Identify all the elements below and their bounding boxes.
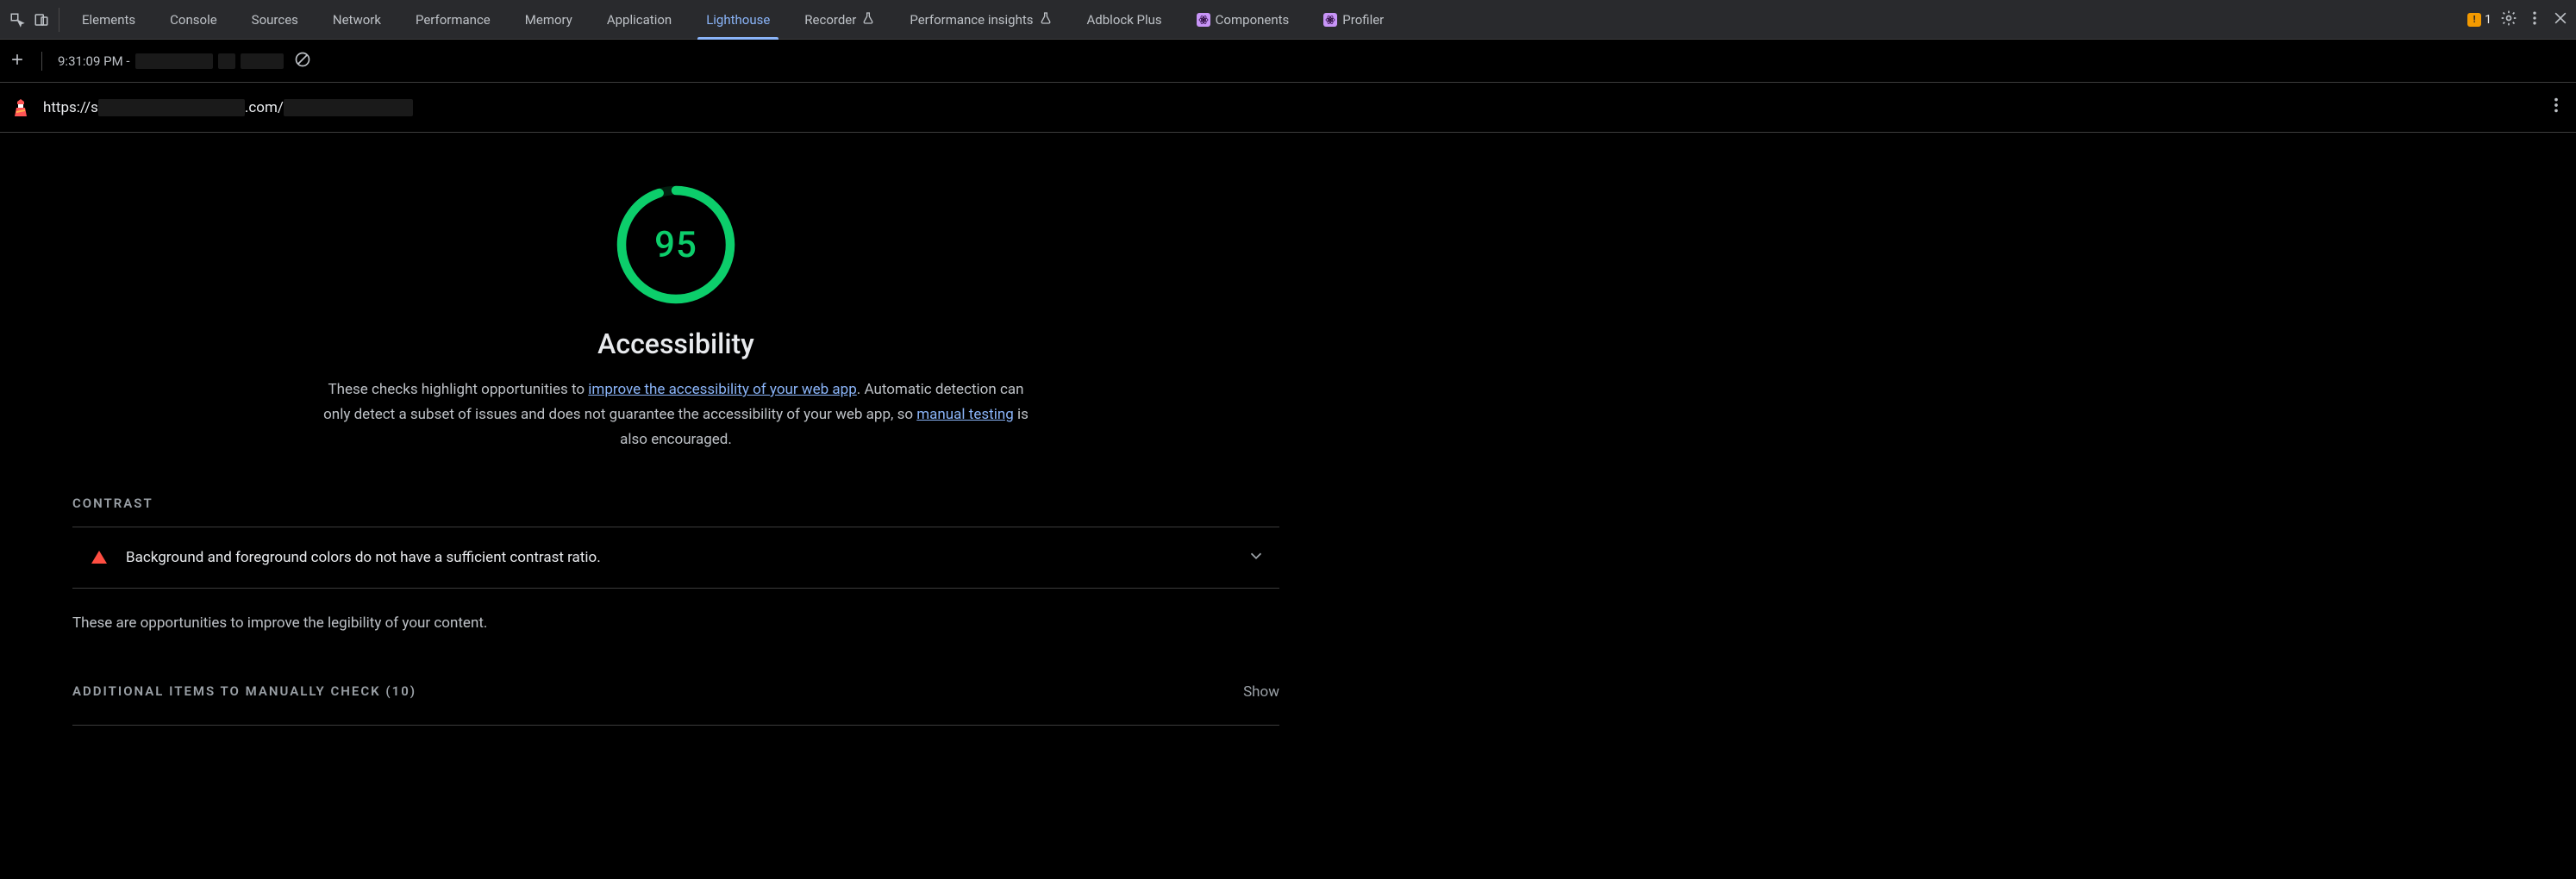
lighthouse-toolbar: 9:31:09 PM - [0, 40, 2576, 83]
category-description: These checks highlight opportunities to … [322, 377, 1029, 452]
show-button[interactable]: Show [1243, 683, 1279, 701]
section-note: These are opportunities to improve the l… [72, 589, 1279, 632]
flask-icon [1039, 11, 1053, 28]
tab-profiler[interactable]: Profiler [1306, 0, 1401, 40]
section-title: ADDITIONAL ITEMS TO MANUALLY CHECK (10) [72, 683, 416, 701]
tab-profiler-label: Profiler [1342, 12, 1384, 28]
warning-icon: ! [2467, 13, 2481, 27]
report-timestamp[interactable]: 9:31:09 PM - [58, 53, 284, 69]
desc-text: These checks highlight opportunities to [328, 381, 589, 398]
tab-performance-insights[interactable]: Performance insights [892, 0, 1069, 40]
kebab-menu-icon[interactable] [2526, 9, 2543, 30]
redacted-text [284, 99, 413, 116]
tab-performance[interactable]: Performance [398, 0, 508, 40]
tab-memory[interactable]: Memory [508, 0, 590, 40]
report-url-bar: https://s .com/ [0, 83, 2576, 133]
redacted-text [218, 53, 235, 69]
link-manual-testing[interactable]: manual testing [916, 406, 1014, 423]
issues-count: 1 [2485, 13, 2492, 27]
report-url: https://s .com/ [43, 99, 413, 116]
lighthouse-logo-icon [10, 97, 31, 118]
tab-console[interactable]: Console [153, 0, 234, 40]
flask-icon [861, 11, 875, 28]
issues-badge[interactable]: ! 1 [2467, 13, 2492, 27]
gauge-score: 95 [616, 184, 736, 305]
lighthouse-report: 95 Accessibility These checks highlight … [0, 133, 1352, 726]
section-manual-check: ADDITIONAL ITEMS TO MANUALLY CHECK (10) … [72, 683, 1279, 726]
device-toggle-icon[interactable] [29, 0, 53, 40]
tab-components[interactable]: Components [1179, 0, 1307, 40]
redacted-text [98, 99, 245, 116]
redacted-text [241, 53, 284, 69]
settings-icon[interactable] [2500, 9, 2517, 30]
tab-recorder[interactable]: Recorder [787, 0, 892, 40]
audit-contrast-ratio[interactable]: Background and foreground colors do not … [72, 527, 1279, 589]
timestamp-text: 9:31:09 PM - [58, 53, 130, 69]
inspect-icon[interactable] [5, 0, 29, 40]
section-title: CONTRAST [72, 496, 1279, 527]
tab-elements[interactable]: Elements [65, 0, 153, 40]
tab-adblock-plus[interactable]: Adblock Plus [1070, 0, 1179, 40]
category-title: Accessibility [597, 327, 754, 360]
tab-application[interactable]: Application [590, 0, 689, 40]
close-icon[interactable] [2552, 9, 2569, 30]
react-profiler-icon [1323, 13, 1337, 27]
url-mid: .com/ [245, 99, 284, 116]
new-report-icon[interactable] [9, 51, 26, 72]
tab-sources[interactable]: Sources [234, 0, 316, 40]
section-contrast: CONTRAST Background and foreground color… [72, 496, 1279, 632]
chevron-down-icon [1247, 546, 1266, 569]
link-improve-accessibility[interactable]: improve the accessibility of your web ap… [588, 381, 856, 398]
tab-perf-insights-label: Performance insights [910, 12, 1033, 28]
separator [41, 52, 42, 71]
clear-icon[interactable] [294, 51, 311, 72]
devtools-tab-strip: Elements Console Sources Network Perform… [0, 0, 2576, 40]
accessibility-gauge[interactable]: 95 [616, 184, 736, 305]
fail-triangle-icon [91, 551, 107, 564]
url-prefix: https://s [43, 99, 98, 116]
tab-lighthouse[interactable]: Lighthouse [689, 0, 787, 40]
tab-components-label: Components [1216, 12, 1290, 28]
tab-network[interactable]: Network [316, 0, 398, 40]
react-components-icon [1197, 13, 1210, 27]
tab-recorder-label: Recorder [804, 12, 856, 28]
redacted-text [135, 53, 213, 69]
kebab-menu-icon[interactable] [2547, 96, 2566, 119]
audit-label: Background and foreground colors do not … [126, 549, 601, 566]
